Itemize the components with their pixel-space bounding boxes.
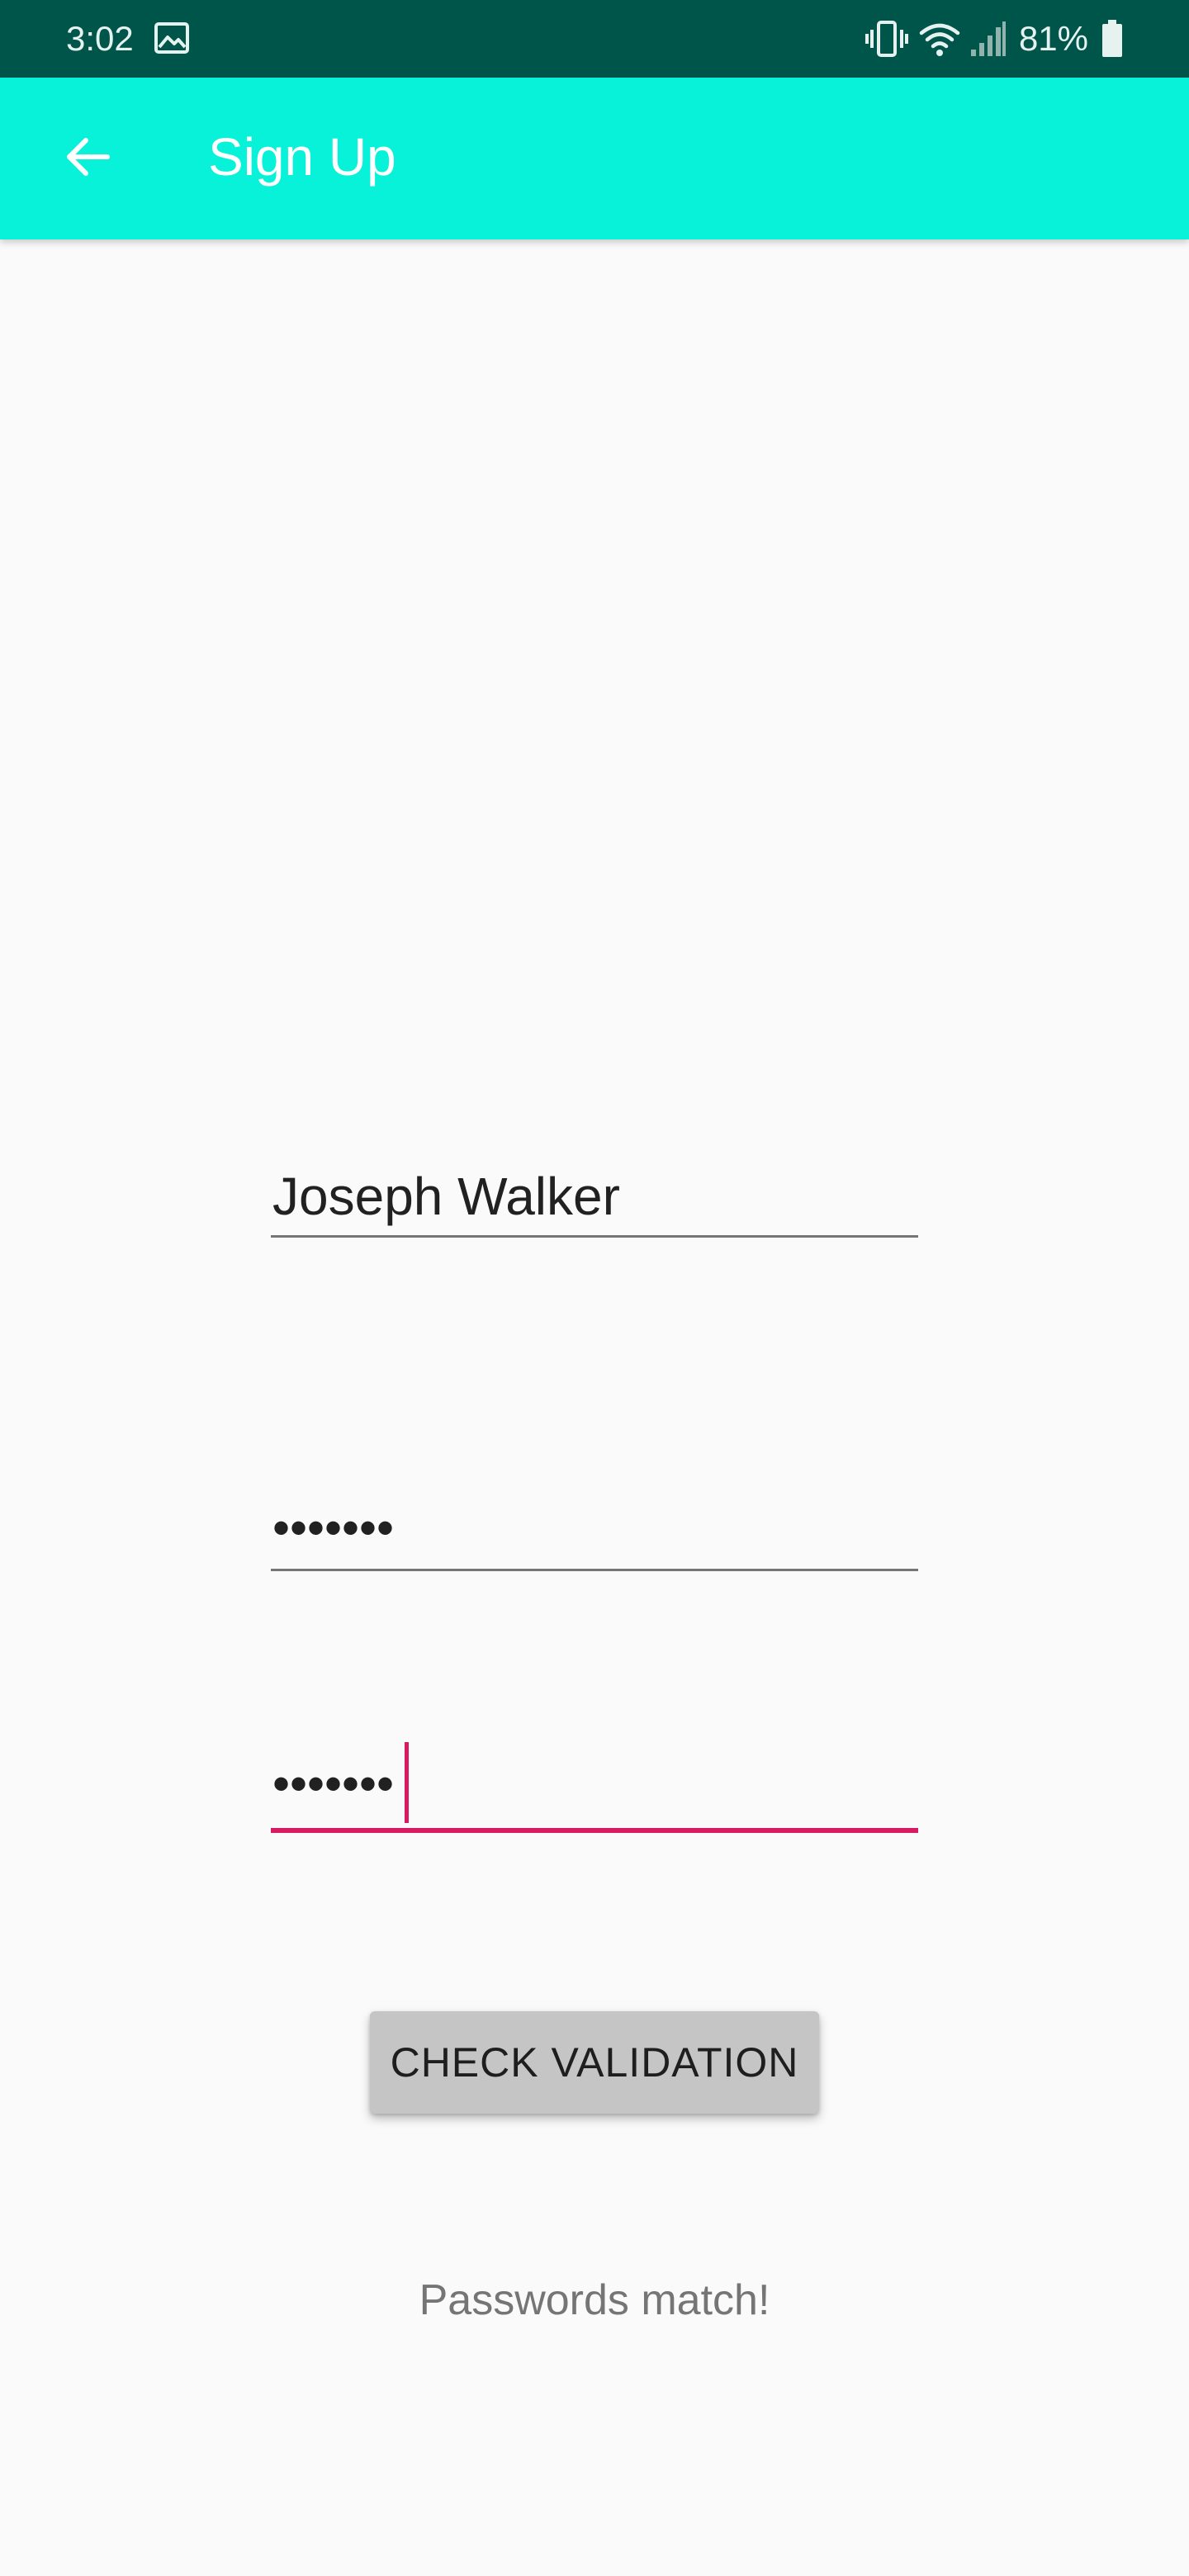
arrow-left-icon [61, 130, 114, 187]
image-icon [154, 21, 190, 54]
status-time: 3:02 [66, 19, 134, 58]
password-field-underline [271, 1569, 918, 1571]
battery-percent: 81% [1018, 19, 1088, 58]
vibrate-icon [865, 20, 908, 58]
confirm-password-field[interactable]: ••••••• [271, 1742, 918, 1836]
password-input-value: ••••••• [272, 1500, 395, 1556]
name-field[interactable]: Joseph Walker [271, 1156, 918, 1242]
name-input-value: Joseph Walker [272, 1167, 620, 1226]
status-icons: 81% [865, 18, 1123, 59]
password-field[interactable]: ••••••• [271, 1486, 918, 1574]
check-validation-button[interactable]: CHECK VALIDATION [370, 2011, 819, 2114]
back-button[interactable] [41, 112, 134, 205]
name-field-underline [271, 1235, 918, 1238]
app-bar: Sign Up [0, 78, 1189, 239]
cell-signal-icon [969, 20, 1007, 58]
validation-result-text: Passwords match! [419, 2276, 770, 2324]
confirm-password-input-value: ••••••• [272, 1756, 395, 1811]
battery-icon [1101, 20, 1123, 58]
confirm-password-field-underline [271, 1828, 918, 1833]
wifi-icon [918, 20, 961, 58]
status-bar: 3:02 81% [0, 0, 1189, 78]
text-cursor [405, 1742, 409, 1823]
page-title: Sign Up [208, 127, 396, 187]
